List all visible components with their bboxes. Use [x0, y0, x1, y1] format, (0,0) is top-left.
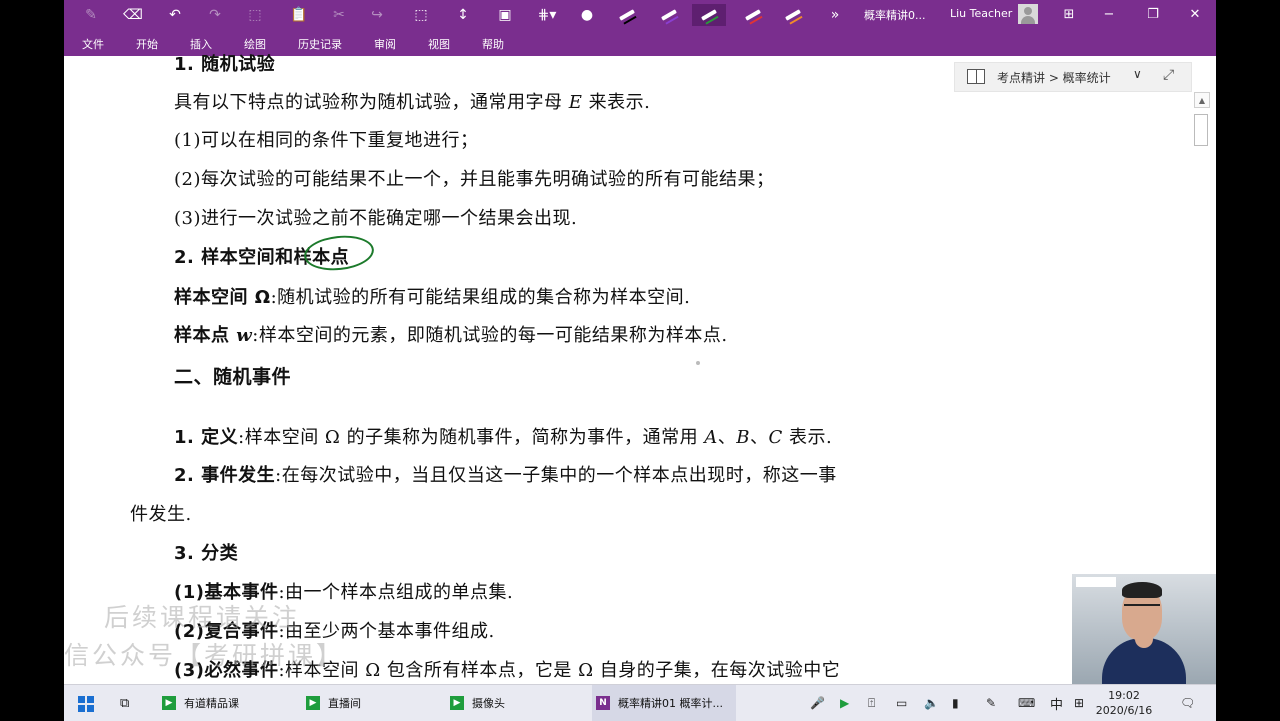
chevron-down-icon[interactable]: ∨: [1133, 67, 1142, 81]
text-line: 2. 事件发生:在每次试验中，当且仅当这一子集中的一个样本点出现时，称这一事: [174, 465, 837, 486]
expand-icon[interactable]: ⤢: [1163, 67, 1174, 83]
heading-classification: 3. 分类: [174, 543, 239, 564]
text-line: (2)每次试验的可能结果不止一个，并且能事先明确试验的所有可能结果；: [174, 169, 775, 190]
clock-date: 2020/6/16: [1095, 704, 1153, 717]
speaker-icon[interactable]: 🔈: [924, 685, 939, 721]
app-play-icon: ▶: [162, 696, 176, 710]
heading-random-events: 二、随机事件: [174, 366, 292, 388]
presenter-glasses: [1124, 604, 1160, 614]
text-line: (1)可以在相同的条件下重复地进行；: [174, 130, 479, 151]
text-line: 件发生.: [130, 504, 192, 525]
text-line: 样本空间 Ω:随机试验的所有可能结果组成的集合称为样本空间.: [174, 287, 691, 308]
scroll-up-icon[interactable]: ▲: [1194, 92, 1210, 108]
page-canvas[interactable]: 1. 随机试验 具有以下特点的试验称为随机试验，通常用字母 E 来表示. (1)…: [64, 0, 1216, 684]
text-line: (3)进行一次试验之前不能确定哪一个结果会出现.: [174, 208, 578, 229]
keyboard-icon[interactable]: ⌨: [1018, 685, 1035, 721]
notification-icon[interactable]: 🗨: [1180, 685, 1195, 721]
watermark-line-2: 微信公众号【考研拼课】: [64, 641, 345, 670]
text-line: 1. 定义:样本空间 Ω 的子集称为随机事件，简称为事件，通常用 A、B、C 表…: [174, 427, 833, 448]
page-navigation-bar: 考点精讲 > 概率统计 ∨ ⤢: [954, 62, 1192, 92]
onenote-window: ✎ ⌫ ↶ ↷ ⬚ 📋 ✂ ↪ ⬚ ↕ ▣ ⋕▾ ● » 概率精讲0... Li…: [64, 0, 1216, 684]
microphone-icon[interactable]: 🎤: [810, 685, 825, 721]
ime-indicator[interactable]: 中: [1050, 685, 1063, 721]
heading-random-experiment: 1. 随机试验: [174, 54, 276, 75]
ime-mode-icon[interactable]: ⊞: [1074, 685, 1084, 721]
monitor-icon[interactable]: ▭: [896, 685, 907, 721]
app-play-icon: ▶: [306, 696, 320, 710]
windows-start-icon[interactable]: [78, 696, 94, 712]
ink-dot: [696, 361, 700, 365]
webcam-label-icon: [1076, 577, 1116, 587]
battery-icon[interactable]: ▮: [952, 685, 959, 721]
taskbar-app-youdao[interactable]: ▶ 有道精品课: [162, 685, 292, 721]
breadcrumb[interactable]: 考点精讲 > 概率统计: [997, 69, 1111, 86]
taskbar-app-live-room[interactable]: ▶ 直播间: [306, 685, 436, 721]
presenter-hair: [1122, 582, 1162, 598]
tray-app-icon[interactable]: ▶: [840, 685, 849, 721]
scroll-thumb[interactable]: [1194, 114, 1208, 146]
notebook-panel-icon[interactable]: [967, 69, 985, 84]
text-line: 具有以下特点的试验称为随机试验，通常用字母 E 来表示.: [174, 92, 651, 113]
onenote-icon: N: [596, 696, 610, 710]
taskbar-app-onenote[interactable]: N 概率精讲01 概率计...: [592, 685, 736, 721]
watermark-line-1: 后续课程请关注: [104, 603, 301, 632]
system-clock[interactable]: 19:02 2020/6/16: [1088, 688, 1160, 718]
taskbar: ⧉ ▶ 有道精品课 ▶ 直播间 ▶ 摄像头 N 概率精讲01 概率计... 🎤 ▶ ⍐ …: [64, 684, 1216, 721]
text-line: 样本点 w:样本空间的元素，即随机试验的每一可能结果称为样本点.: [174, 325, 728, 346]
clock-time: 19:02: [1108, 689, 1140, 702]
webcam-overlay: [1072, 574, 1216, 684]
usb-icon[interactable]: ⍐: [868, 685, 875, 721]
app-play-icon: ▶: [450, 696, 464, 710]
task-view-icon[interactable]: ⧉: [120, 685, 129, 721]
pen-settings-icon[interactable]: ✎: [986, 685, 996, 721]
taskbar-app-camera[interactable]: ▶ 摄像头: [450, 685, 580, 721]
